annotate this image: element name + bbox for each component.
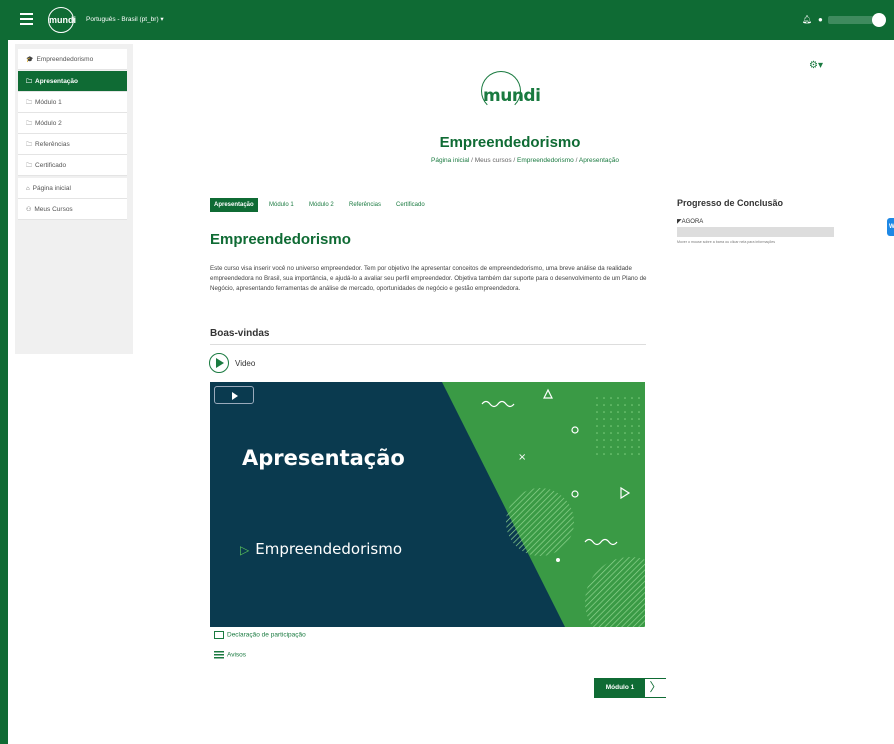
next-module-label: Módulo 1 bbox=[595, 679, 645, 697]
svg-text:×: × bbox=[518, 452, 526, 463]
sidebar-item-apresentacao[interactable]: 🗀 Apresentação bbox=[18, 71, 127, 92]
tab-modulo-1[interactable]: Módulo 1 bbox=[265, 198, 298, 212]
navbar-logo[interactable]: mundi bbox=[48, 7, 76, 33]
sidebar-item-meus-cursos[interactable]: ⚇ Meus Cursos bbox=[18, 199, 127, 220]
folder-icon: 🗀 bbox=[26, 100, 33, 106]
tab-certificado[interactable]: Certificado bbox=[392, 198, 429, 212]
bell-icon[interactable]: 🔔︎ bbox=[802, 15, 812, 24]
chevron-right-icon: 〉 bbox=[645, 679, 666, 697]
course-sidebar: 🎓 Empreendedorismo 🗀 Apresentação 🗀 Módulo … bbox=[15, 44, 133, 354]
video-play-icon[interactable] bbox=[209, 353, 229, 373]
user-name-bar[interactable] bbox=[828, 16, 874, 24]
declaracao-link[interactable]: Declaração de participação bbox=[214, 631, 306, 639]
completion-progress-bar[interactable] bbox=[677, 227, 834, 237]
chat-icon[interactable]: ● bbox=[818, 15, 823, 24]
mundi-logo: mundi bbox=[483, 86, 541, 106]
gear-icon[interactable]: ⚙▾ bbox=[809, 60, 823, 71]
page-title: Empreendedorismo bbox=[439, 134, 581, 151]
tab-referencias[interactable]: Referências bbox=[345, 198, 385, 212]
video-background-art: × bbox=[442, 382, 645, 627]
folder-icon: 🗀 bbox=[26, 121, 33, 127]
sidebar-item-modulo-2[interactable]: 🗀 Módulo 2 bbox=[18, 113, 127, 134]
breadcrumb-home[interactable]: Página inicial bbox=[431, 157, 469, 164]
breadcrumb-courses[interactable]: Meus cursos bbox=[475, 157, 512, 164]
divider bbox=[210, 344, 646, 345]
courses-icon: ⚇ bbox=[26, 207, 32, 213]
welcome-heading: Boas-vindas bbox=[210, 328, 270, 339]
certificate-icon bbox=[214, 631, 224, 639]
breadcrumb-course[interactable]: Empreendedorismo bbox=[517, 157, 574, 164]
folder-icon: 🗀 bbox=[26, 163, 33, 169]
avisos-link[interactable]: Avisos bbox=[214, 651, 246, 659]
breadcrumb: Página inicial / Meus cursos / Empreende… bbox=[431, 157, 619, 164]
sidebar-item-referencias[interactable]: 🗀 Referências bbox=[18, 134, 127, 155]
sidebar-item-pagina-inicial[interactable]: ⌂ Página inicial bbox=[18, 178, 127, 199]
sidebar-item-course[interactable]: 🎓 Empreendedorismo bbox=[18, 49, 127, 70]
tab-apresentacao[interactable]: Apresentação bbox=[210, 198, 258, 212]
left-edge-strip bbox=[0, 40, 8, 744]
progress-section-label: ◤AGORA bbox=[677, 219, 704, 225]
language-selector[interactable]: Português - Brasil (pt_br) ▾ bbox=[86, 15, 164, 23]
video-title: Apresentação bbox=[242, 446, 405, 470]
forum-icon bbox=[214, 651, 224, 659]
section-title: Empreendedorismo bbox=[210, 231, 351, 248]
video-player[interactable]: × Apresentação ▷ Empreendedorismo bbox=[210, 382, 645, 627]
home-icon: ⌂ bbox=[26, 186, 30, 192]
avatar[interactable] bbox=[872, 13, 886, 27]
sidebar-item-certificado[interactable]: 🗀 Certificado bbox=[18, 155, 127, 176]
video-activity-link[interactable]: Video bbox=[235, 359, 255, 368]
progress-title: Progresso de Conclusão bbox=[677, 198, 784, 208]
progress-hint: Mover o mouse sobre a barra ou clicar ne… bbox=[677, 240, 776, 244]
side-panel-tab[interactable]: W bbox=[887, 218, 894, 236]
breadcrumb-current[interactable]: Apresentação bbox=[579, 157, 619, 164]
graduation-cap-icon: 🎓 bbox=[26, 57, 34, 63]
folder-icon: 🗀 bbox=[26, 142, 33, 148]
course-intro-text: Este curso visa inserir você no universo… bbox=[210, 265, 647, 292]
sidebar-item-modulo-1[interactable]: 🗀 Módulo 1 bbox=[18, 92, 127, 113]
folder-icon: 🗀 bbox=[26, 79, 33, 85]
hamburger-icon[interactable] bbox=[20, 13, 33, 25]
next-module-button[interactable]: Módulo 1 〉 bbox=[594, 678, 666, 698]
top-navbar: mundi Português - Brasil (pt_br) ▾ 🔔︎ ● bbox=[0, 0, 894, 40]
tab-modulo-2[interactable]: Módulo 2 bbox=[305, 198, 338, 212]
video-subtitle: ▷ Empreendedorismo bbox=[240, 540, 403, 558]
play-triangle-icon: ▷ bbox=[240, 543, 250, 557]
video-play-button[interactable] bbox=[214, 386, 254, 404]
